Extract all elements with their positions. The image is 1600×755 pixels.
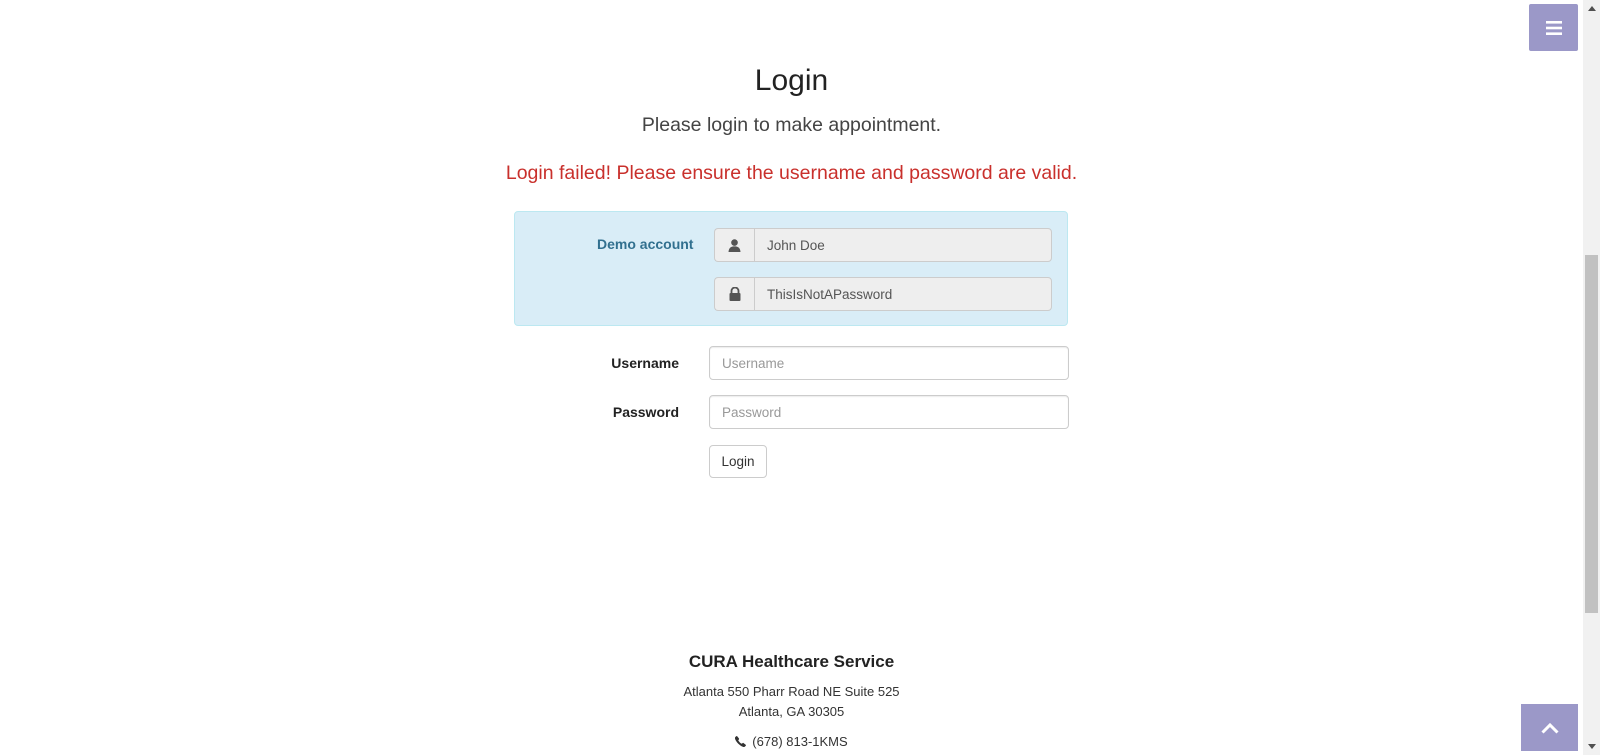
vertical-scrollbar[interactable] bbox=[1583, 0, 1600, 755]
scroll-down-arrow[interactable] bbox=[1583, 738, 1600, 755]
caret-down-icon bbox=[1587, 744, 1596, 749]
footer-address-line1: Atlanta 550 Pharr Road NE Suite 525 bbox=[683, 684, 900, 699]
login-error-message: Login failed! Please ensure the username… bbox=[505, 162, 1078, 184]
footer-phone: (678) 813-1KMS bbox=[0, 734, 1583, 749]
username-label: Username bbox=[611, 355, 679, 371]
page: Login Please login to make appointment. … bbox=[0, 0, 1600, 755]
username-input[interactable] bbox=[709, 346, 1069, 380]
demo-account-label: Demo account bbox=[597, 236, 694, 252]
login-button[interactable]: Login bbox=[709, 445, 767, 478]
phone-icon bbox=[735, 736, 747, 747]
user-icon bbox=[728, 238, 741, 252]
scroll-up-arrow[interactable] bbox=[1583, 0, 1600, 17]
demo-username-addon bbox=[714, 228, 754, 262]
footer-phone-number[interactable]: (678) 813-1KMS bbox=[752, 734, 847, 749]
demo-username-group: John Doe bbox=[714, 228, 1052, 262]
footer-company-name: CURA Healthcare Service bbox=[688, 652, 895, 671]
demo-username-value[interactable]: John Doe bbox=[754, 228, 1052, 262]
password-label: Password bbox=[612, 404, 679, 420]
demo-password-group: ThisIsNotAPassword bbox=[714, 277, 1052, 311]
scrollbar-thumb[interactable] bbox=[1585, 255, 1598, 613]
caret-up-icon bbox=[1587, 6, 1596, 11]
footer-address-line2: Atlanta, GA 30305 bbox=[738, 704, 845, 719]
chevron-up-icon bbox=[1540, 722, 1559, 734]
lock-icon bbox=[729, 287, 740, 301]
password-input[interactable] bbox=[709, 395, 1069, 429]
bars-icon bbox=[1545, 20, 1562, 35]
scroll-to-top-button[interactable] bbox=[1521, 704, 1578, 751]
demo-password-addon bbox=[714, 277, 754, 311]
demo-password-value[interactable]: ThisIsNotAPassword bbox=[754, 277, 1052, 311]
page-title: Login bbox=[754, 64, 829, 97]
page-subtitle: Please login to make appointment. bbox=[641, 114, 942, 136]
menu-toggle-button[interactable] bbox=[1529, 4, 1578, 51]
